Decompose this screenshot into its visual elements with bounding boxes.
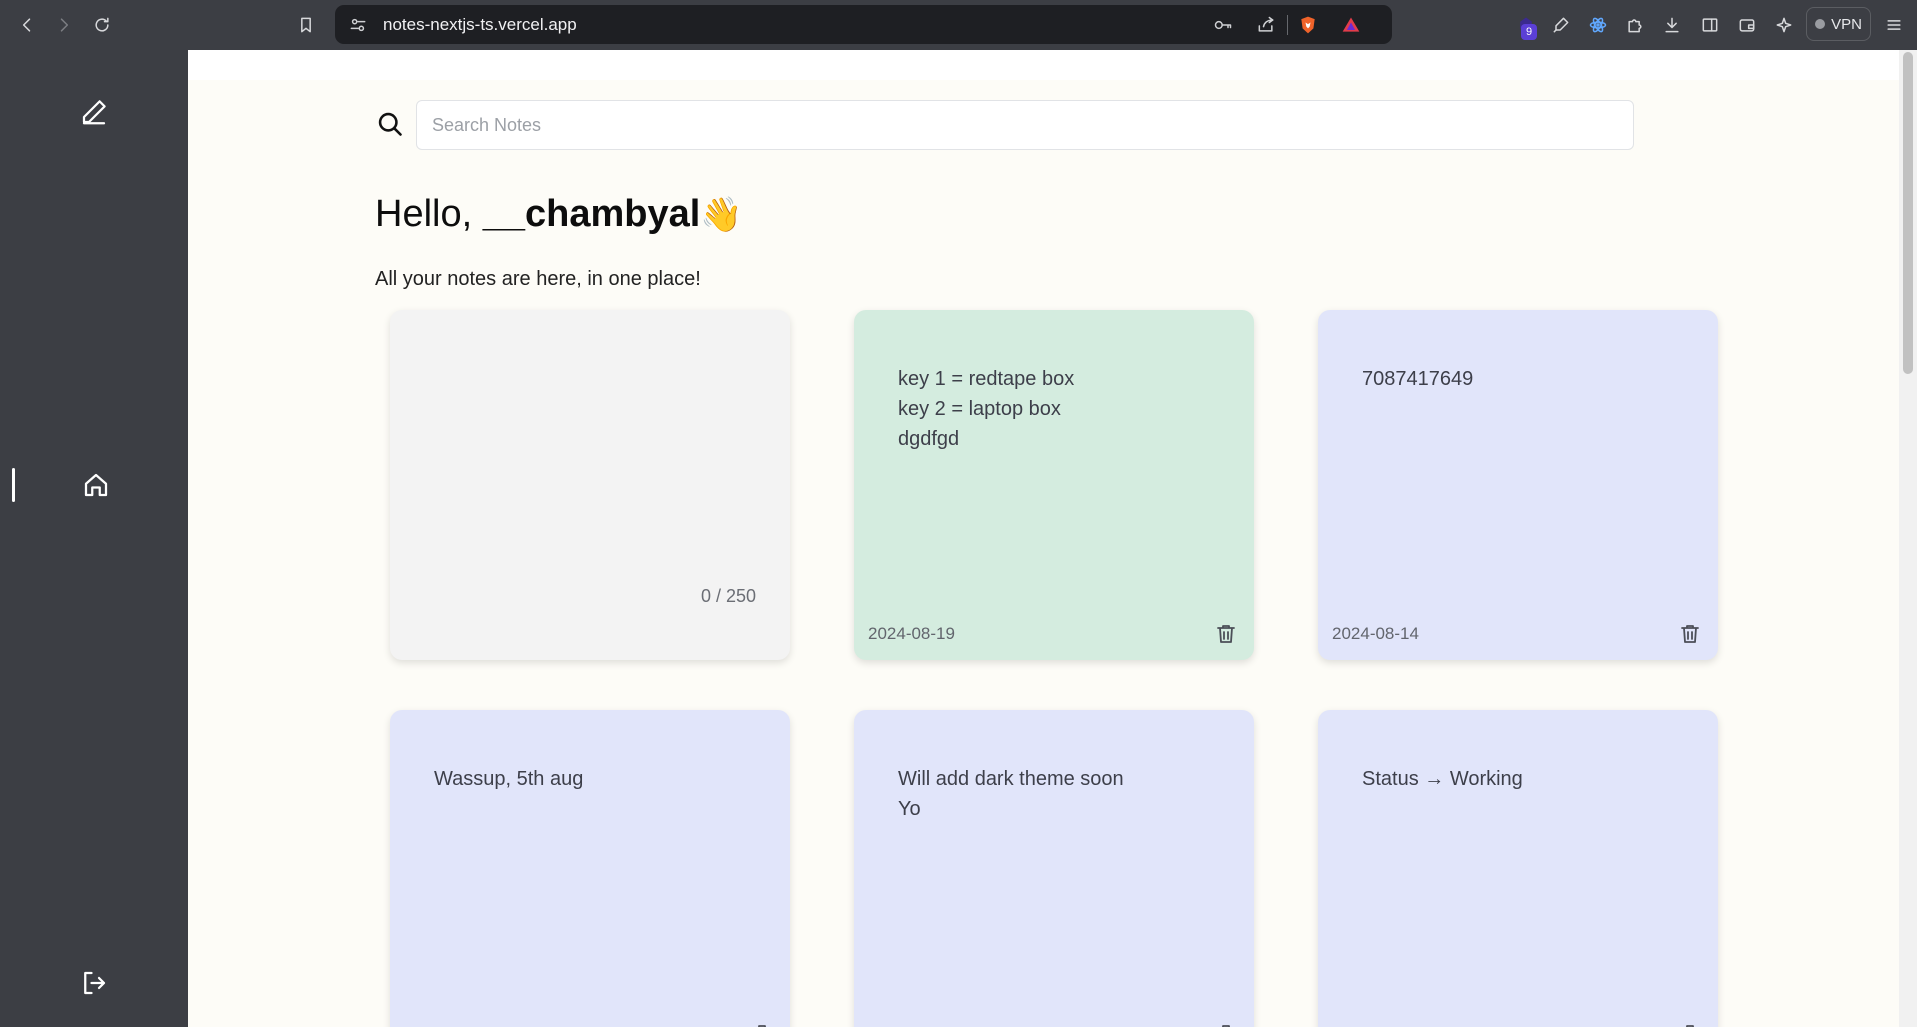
wallet-icon[interactable] xyxy=(1732,10,1762,40)
delete-icon[interactable] xyxy=(1212,620,1240,648)
key-icon[interactable] xyxy=(1212,14,1234,36)
search-input[interactable] xyxy=(416,100,1634,150)
menu-icon[interactable] xyxy=(1879,10,1909,40)
site-settings-icon[interactable] xyxy=(347,14,369,36)
active-nav-indicator xyxy=(12,468,15,502)
top-strip xyxy=(188,50,1899,80)
new-note-pencil-icon[interactable] xyxy=(76,94,112,130)
logout-icon[interactable] xyxy=(76,965,112,1001)
delete-icon[interactable] xyxy=(1676,1020,1704,1027)
extension-badge: 9 xyxy=(1521,24,1537,40)
note-text: key 1 = redtape box key 2 = laptop box d… xyxy=(898,368,1075,450)
greeting-heading: Hello, __chambyal👋 xyxy=(375,193,743,236)
new-note-textarea[interactable] xyxy=(390,310,790,660)
app-sidebar xyxy=(0,50,188,1027)
greeting-prefix: Hello, xyxy=(375,193,483,235)
browser-toolbar: notes-nextjs-ts.vercel.app 9 VPN xyxy=(0,0,1917,50)
download-icon[interactable] xyxy=(1657,10,1687,40)
react-devtools-icon[interactable] xyxy=(1583,10,1613,40)
note-text: 7087417649 xyxy=(1362,368,1474,390)
url-text[interactable]: notes-nextjs-ts.vercel.app xyxy=(383,15,577,35)
char-counter: 0 / 250 xyxy=(700,586,756,606)
note-card[interactable]: Status → Working xyxy=(1318,710,1718,1027)
wave-emoji: 👋 xyxy=(700,196,743,234)
new-note-card[interactable]: 0 / 250 xyxy=(390,310,790,660)
sidebar-toggle-icon[interactable] xyxy=(1695,10,1725,40)
delete-icon[interactable] xyxy=(748,1020,776,1027)
vpn-status-dot xyxy=(1815,19,1826,29)
note-card[interactable]: Will add dark theme soon Yo xyxy=(854,710,1254,1027)
greeting-username: __chambyal xyxy=(482,193,701,235)
delete-icon[interactable] xyxy=(1212,1020,1240,1027)
color-picker-icon[interactable] xyxy=(1546,10,1576,40)
bookmark-icon[interactable] xyxy=(291,10,321,40)
note-date: 2024-08-19 xyxy=(868,624,955,643)
brave-rewards-icon[interactable] xyxy=(1340,14,1362,36)
note-text: Status → Working xyxy=(1362,768,1523,790)
extensions-puzzle-icon[interactable] xyxy=(1620,10,1650,40)
home-icon[interactable] xyxy=(78,467,114,503)
greeting-subtitle: All your notes are here, in one place! xyxy=(375,268,701,290)
main-content: Hello, __chambyal👋 All your notes are he… xyxy=(188,50,1899,1027)
vpn-button[interactable]: VPN xyxy=(1806,7,1871,41)
note-date: 2024-08-14 xyxy=(1332,624,1419,643)
leo-ai-icon[interactable] xyxy=(1769,10,1799,40)
url-bar-divider xyxy=(1287,15,1288,35)
search-icon xyxy=(374,108,406,140)
scrollbar-thumb[interactable] xyxy=(1903,52,1913,374)
delete-icon[interactable] xyxy=(1676,620,1704,648)
note-card[interactable]: 7087417649 2024-08-14 xyxy=(1318,310,1718,660)
back-icon[interactable] xyxy=(12,10,42,40)
reload-icon[interactable] xyxy=(87,10,117,40)
brave-shields-icon[interactable] xyxy=(1297,14,1319,36)
note-card[interactable]: key 1 = redtape box key 2 = laptop box d… xyxy=(854,310,1254,660)
address-bar[interactable]: notes-nextjs-ts.vercel.app xyxy=(335,5,1392,44)
note-text: Will add dark theme soon Yo xyxy=(898,768,1124,820)
note-text: Wassup, 5th aug xyxy=(434,768,584,790)
note-card[interactable]: Wassup, 5th aug xyxy=(390,710,790,1027)
share-icon[interactable] xyxy=(1255,14,1277,36)
forward-icon[interactable] xyxy=(49,10,79,40)
vpn-label: VPN xyxy=(1831,15,1862,33)
